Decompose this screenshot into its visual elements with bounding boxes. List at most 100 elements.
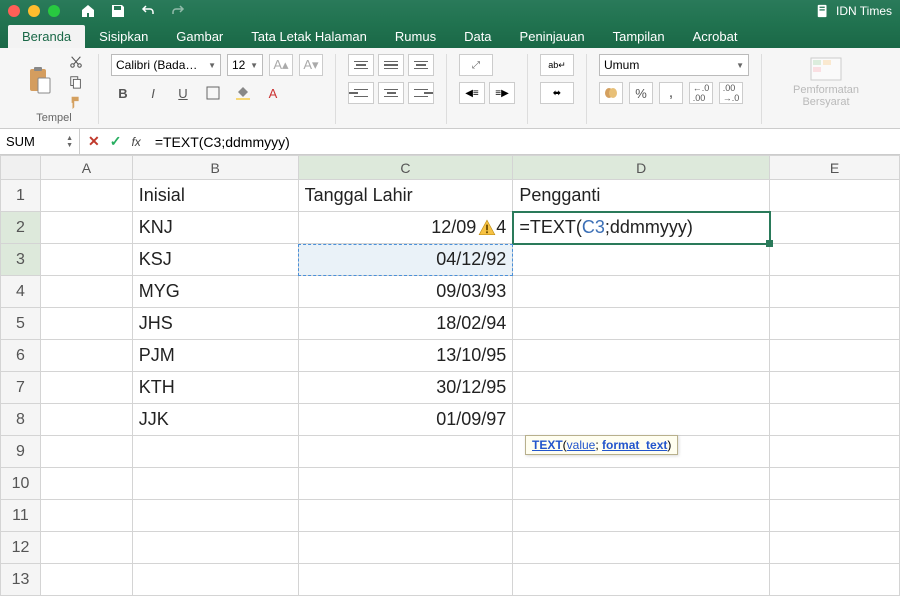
- cell-b2[interactable]: KNJ: [132, 212, 298, 244]
- row-header-7[interactable]: 7: [1, 372, 41, 404]
- decrease-indent-button[interactable]: ◀≡: [459, 82, 485, 104]
- row-header-5[interactable]: 5: [1, 308, 41, 340]
- cell-a8[interactable]: [40, 404, 132, 436]
- row-header-13[interactable]: 13: [1, 564, 41, 596]
- cell-d12[interactable]: [513, 532, 770, 564]
- cell-e6[interactable]: [770, 340, 900, 372]
- row-header-2[interactable]: 2: [1, 212, 41, 244]
- cell-c13[interactable]: [298, 564, 513, 596]
- cell-a11[interactable]: [40, 500, 132, 532]
- cell-e8[interactable]: [770, 404, 900, 436]
- cell-b8[interactable]: JJK: [132, 404, 298, 436]
- row-header-10[interactable]: 10: [1, 468, 41, 500]
- minimize-window-button[interactable]: [28, 5, 40, 17]
- orientation-button[interactable]: ⤢: [459, 54, 493, 76]
- copy-button[interactable]: [66, 74, 86, 90]
- cell-d5[interactable]: [513, 308, 770, 340]
- cell-c4[interactable]: 09/03/93: [298, 276, 513, 308]
- row-header-1[interactable]: 1: [1, 180, 41, 212]
- tab-rumus[interactable]: Rumus: [381, 25, 450, 48]
- col-header-e[interactable]: E: [770, 156, 900, 180]
- cell-b5[interactable]: JHS: [132, 308, 298, 340]
- cell-a13[interactable]: [40, 564, 132, 596]
- cell-b4[interactable]: MYG: [132, 276, 298, 308]
- decrease-decimal-button[interactable]: .00→.0: [719, 82, 743, 104]
- cell-c6[interactable]: 13/10/95: [298, 340, 513, 372]
- cell-d1[interactable]: Pengganti: [513, 180, 770, 212]
- row-header-3[interactable]: 3: [1, 244, 41, 276]
- cell-d8[interactable]: [513, 404, 770, 436]
- cell-a3[interactable]: [40, 244, 132, 276]
- cell-b9[interactable]: [132, 436, 298, 468]
- cell-e1[interactable]: [770, 180, 900, 212]
- percent-button[interactable]: %: [629, 82, 653, 104]
- cell-b10[interactable]: [132, 468, 298, 500]
- col-header-c[interactable]: C: [298, 156, 513, 180]
- cut-button[interactable]: [66, 54, 86, 70]
- align-top-button[interactable]: [348, 54, 374, 76]
- tooltip-fn-link[interactable]: TEXT: [532, 438, 563, 452]
- formula-input[interactable]: =TEXT(C3;ddmmyyy): [149, 129, 900, 154]
- cell-b3[interactable]: KSJ: [132, 244, 298, 276]
- align-bottom-button[interactable]: [408, 54, 434, 76]
- cell-a2[interactable]: [40, 212, 132, 244]
- cell-a7[interactable]: [40, 372, 132, 404]
- col-header-b[interactable]: B: [132, 156, 298, 180]
- align-left-button[interactable]: [348, 82, 374, 104]
- row-header-4[interactable]: 4: [1, 276, 41, 308]
- border-button[interactable]: [201, 82, 225, 104]
- cell-c7[interactable]: 30/12/95: [298, 372, 513, 404]
- cell-a12[interactable]: [40, 532, 132, 564]
- row-header-6[interactable]: 6: [1, 340, 41, 372]
- fill-handle[interactable]: [766, 240, 773, 247]
- align-center-button[interactable]: [378, 82, 404, 104]
- enter-formula-button[interactable]: ✓: [110, 133, 122, 150]
- cell-e2[interactable]: [770, 212, 900, 244]
- tab-tata-letak[interactable]: Tata Letak Halaman: [237, 25, 381, 48]
- cell-a10[interactable]: [40, 468, 132, 500]
- conditional-format-button[interactable]: [809, 54, 843, 84]
- increase-decimal-button[interactable]: ←.0.00: [689, 82, 713, 104]
- row-header-9[interactable]: 9: [1, 436, 41, 468]
- paste-button[interactable]: [22, 54, 58, 106]
- save-icon[interactable]: [110, 3, 126, 19]
- cell-e13[interactable]: [770, 564, 900, 596]
- cell-e7[interactable]: [770, 372, 900, 404]
- cell-a1[interactable]: [40, 180, 132, 212]
- col-header-a[interactable]: A: [40, 156, 132, 180]
- cell-e11[interactable]: [770, 500, 900, 532]
- row-header-12[interactable]: 12: [1, 532, 41, 564]
- tab-acrobat[interactable]: Acrobat: [679, 25, 752, 48]
- close-window-button[interactable]: [8, 5, 20, 17]
- spreadsheet-grid[interactable]: A B C D E 1 Inisial Tanggal Lahir Pengga…: [0, 155, 900, 596]
- currency-button[interactable]: [599, 82, 623, 104]
- cell-d10[interactable]: [513, 468, 770, 500]
- cell-b6[interactable]: PJM: [132, 340, 298, 372]
- format-painter-button[interactable]: [66, 94, 86, 110]
- home-icon[interactable]: [80, 3, 96, 19]
- row-header-8[interactable]: 8: [1, 404, 41, 436]
- underline-button[interactable]: U: [171, 82, 195, 104]
- cell-c8[interactable]: 01/09/97: [298, 404, 513, 436]
- cell-b7[interactable]: KTH: [132, 372, 298, 404]
- increase-font-button[interactable]: A▴: [269, 54, 293, 76]
- increase-indent-button[interactable]: ≡▶: [489, 82, 515, 104]
- cell-c11[interactable]: [298, 500, 513, 532]
- tooltip-arg2-link[interactable]: format_text: [602, 438, 667, 452]
- cell-d3[interactable]: [513, 244, 770, 276]
- cell-b13[interactable]: [132, 564, 298, 596]
- cell-e4[interactable]: [770, 276, 900, 308]
- cell-a5[interactable]: [40, 308, 132, 340]
- cell-c2[interactable]: 12/094: [298, 212, 513, 244]
- cell-d6[interactable]: [513, 340, 770, 372]
- cell-e5[interactable]: [770, 308, 900, 340]
- tooltip-arg1-link[interactable]: value: [567, 438, 596, 452]
- cell-e12[interactable]: [770, 532, 900, 564]
- warning-icon[interactable]: [478, 220, 496, 236]
- cell-d13[interactable]: [513, 564, 770, 596]
- name-box[interactable]: SUM ▲▼: [0, 129, 80, 154]
- cell-b1[interactable]: Inisial: [132, 180, 298, 212]
- redo-icon[interactable]: [170, 3, 186, 19]
- cell-e10[interactable]: [770, 468, 900, 500]
- fill-color-button[interactable]: [231, 82, 255, 104]
